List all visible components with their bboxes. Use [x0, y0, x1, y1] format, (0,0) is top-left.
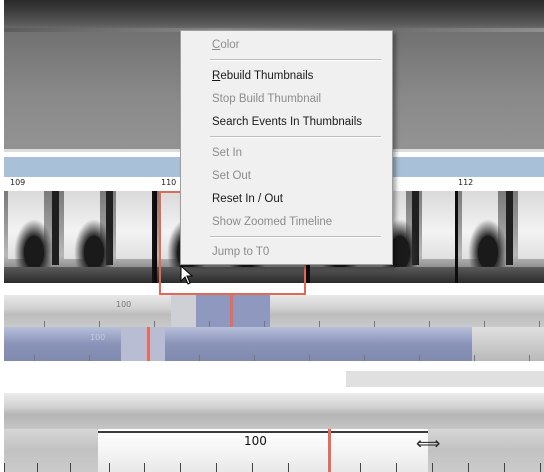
menu-separator — [210, 236, 381, 238]
menu-item-rebuild-thumbnails[interactable]: Rebuild Thumbnails — [212, 67, 388, 85]
menu-separator — [210, 136, 381, 138]
menu-item-jump-to-t0[interactable]: Jump to T0 — [212, 243, 388, 261]
mouse-pointer-icon — [180, 265, 194, 285]
timeline-track-empty[interactable] — [4, 393, 544, 429]
thumbnail[interactable] — [458, 191, 544, 283]
timeline-label: 100 — [90, 333, 106, 342]
frame-number: 112 — [458, 178, 474, 187]
menu-item-reset-in-out[interactable]: Reset In / Out — [212, 190, 388, 208]
timeline-track-overview[interactable]: 100 — [4, 327, 544, 361]
range-line — [98, 431, 428, 433]
playhead[interactable] — [230, 295, 233, 327]
scroll-bar[interactable] — [346, 371, 544, 387]
menu-item-search-events[interactable]: Search Events In Thumbnails — [212, 113, 388, 131]
thumbnail-separator — [154, 191, 157, 283]
menu-item-color[interactable]: Color — [212, 36, 388, 54]
timeline-label: 100 — [116, 300, 132, 309]
playhead[interactable] — [147, 327, 150, 361]
menu-item-set-in[interactable]: Set In — [212, 144, 388, 162]
selection-range[interactable] — [196, 295, 270, 327]
zoomed-timeline[interactable]: 100 ⟺ — [4, 429, 544, 472]
menu-item-set-out[interactable]: Set Out — [212, 167, 388, 185]
track-end-region — [472, 327, 544, 361]
resize-horizontal-icon: ⟺ — [416, 434, 441, 454]
frame-number: 110 — [161, 178, 177, 187]
thumbnail-separator — [455, 191, 458, 283]
menu-separator — [210, 59, 381, 61]
menu-item-stop-build-thumbnail[interactable]: Stop Build Thumbnail — [212, 90, 388, 108]
timeline-label: 100 — [244, 434, 267, 448]
timeline-track-primary[interactable]: 100 — [4, 295, 544, 327]
thumbnail[interactable] — [4, 191, 152, 283]
frame-number: 109 — [10, 178, 26, 187]
playhead[interactable] — [328, 429, 331, 472]
in-out-range — [121, 327, 165, 361]
context-menu: Color Rebuild Thumbnails Stop Build Thum… — [180, 30, 393, 265]
in-out-range — [171, 295, 196, 327]
menu-item-show-zoomed-timeline[interactable]: Show Zoomed Timeline — [212, 213, 388, 231]
